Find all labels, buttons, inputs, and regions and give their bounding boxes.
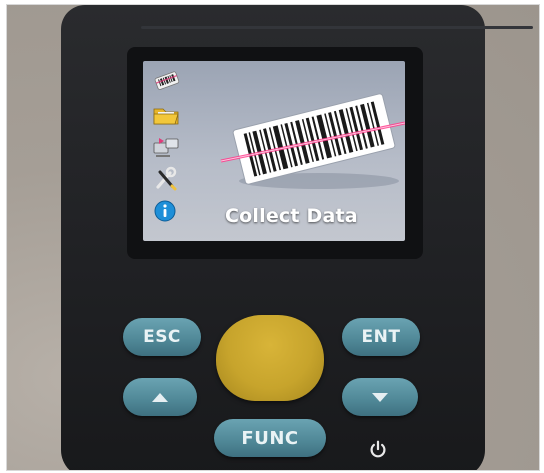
photo-frame: Collect Data ESC ENT FUNC [6, 4, 540, 471]
tools-icon[interactable] [149, 165, 183, 193]
screen-title: Collect Data [225, 205, 358, 227]
scan-trigger-button[interactable] [216, 315, 324, 401]
power-button[interactable] [363, 435, 393, 465]
barcode-scan-icon [219, 89, 405, 195]
down-key[interactable] [342, 378, 418, 416]
func-key-label: FUNC [241, 427, 299, 449]
barcode-tag-icon[interactable] [149, 67, 183, 95]
ent-key-label: ENT [361, 327, 401, 347]
ent-key[interactable]: ENT [342, 318, 420, 356]
device-screen: Collect Data [143, 61, 405, 241]
esc-key[interactable]: ESC [123, 318, 201, 356]
up-arrow-icon [152, 392, 168, 402]
down-arrow-icon [372, 392, 388, 402]
func-key[interactable]: FUNC [214, 419, 326, 457]
folder-icon[interactable] [149, 101, 183, 129]
up-key[interactable] [123, 378, 197, 416]
esc-key-label: ESC [143, 327, 181, 347]
device-transfer-icon[interactable] [149, 133, 183, 161]
info-icon[interactable] [149, 197, 183, 225]
power-icon [370, 440, 386, 458]
device-top-seam [141, 26, 533, 29]
